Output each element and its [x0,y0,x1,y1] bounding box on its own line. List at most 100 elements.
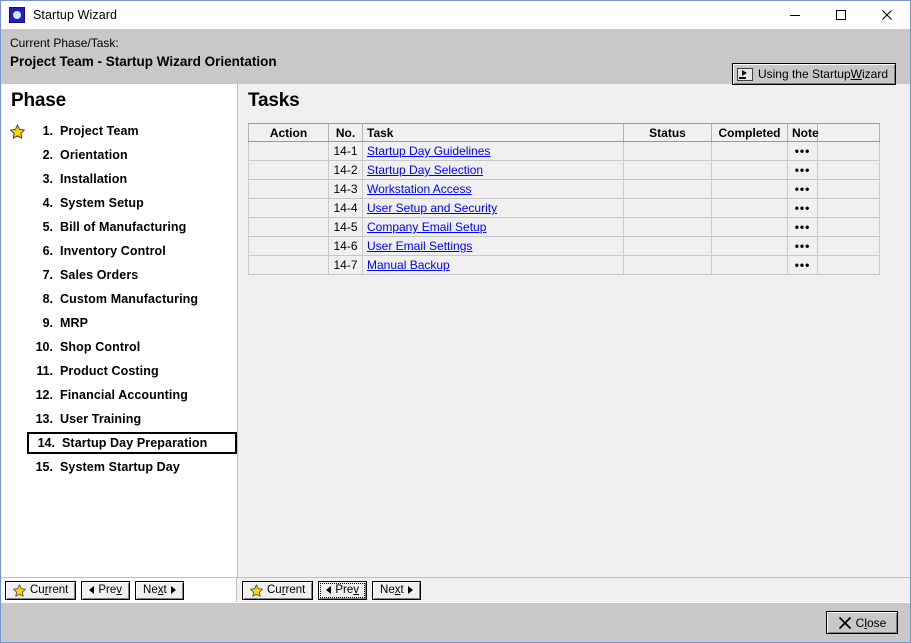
phase-item-inner: 6. Inventory Control [27,240,237,262]
close-button[interactable]: Close [826,611,898,634]
task-next-button[interactable]: Next [372,580,421,600]
tasks-col-header-blank[interactable] [817,123,880,142]
phase-item-startup-day-preparation[interactable]: 14. Startup Day Preparation [1,431,237,455]
phase-item-inner: 15. System Startup Day [27,456,237,478]
phase-item-system-setup[interactable]: 4. System Setup [1,191,237,215]
tasks-col-header-completed[interactable]: Completed [711,123,788,142]
task-link[interactable]: Startup Day Selection [367,163,483,177]
body-area: Phase 1. Project Team 2. Orientation 3. Insta… [1,83,910,577]
using-wizard-label-pre: Using the Startup [757,67,851,81]
task-cell-name[interactable]: Company Email Setup [362,217,624,237]
task-row[interactable]: 14-1 Startup Day Guidelines ••• [248,141,880,161]
task-link[interactable]: User Email Settings [367,239,472,253]
task-link[interactable]: User Setup and Security [367,201,497,215]
maximize-button[interactable] [818,1,864,29]
task-cell-blank [817,179,880,199]
task-prev-button[interactable]: Prev [318,580,368,600]
task-cell-name[interactable]: User Email Settings [362,236,624,256]
tasks-col-header-note[interactable]: Note [787,123,819,142]
task-cell-name[interactable]: Workstation Access [362,179,624,199]
phase-item-shop-control[interactable]: 10. Shop Control [1,335,237,359]
close-label-post: ose [866,615,887,630]
phase-item-installation[interactable]: 3. Installation [1,167,237,191]
task-row[interactable]: 14-6 User Email Settings ••• [248,236,880,256]
window-close-button[interactable] [864,1,910,29]
task-cell-name[interactable]: Startup Day Selection [362,160,624,180]
navigation-button-strip: Current Prev Next Current Prev Next [1,577,910,602]
triangle-right-icon [170,586,176,594]
task-link[interactable]: Workstation Access [367,182,471,196]
phase-item-product-costing[interactable]: 11. Product Costing [1,359,237,383]
task-cell-completed [711,236,788,256]
phase-item-mrp[interactable]: 9. MRP [1,311,237,335]
phase-item-inventory-control[interactable]: 6. Inventory Control [1,239,237,263]
task-cell-number: 14-4 [328,198,363,218]
phase-item-inner: 1. Project Team [27,120,237,142]
task-cell-completed [711,179,788,199]
task-cell-blank [817,141,880,161]
task-cell-name[interactable]: User Setup and Security [362,198,624,218]
task-nav-strip: Current Prev Next [237,577,910,602]
task-row[interactable]: 14-7 Manual Backup ••• [248,255,880,275]
phase-item-financial-accounting[interactable]: 12. Financial Accounting [1,383,237,407]
minimize-button[interactable] [772,1,818,29]
task-link[interactable]: Company Email Setup [367,220,486,234]
phase-item-label: System Setup [60,196,144,210]
task-cell-note[interactable]: ••• [787,179,818,199]
phase-item-label: Inventory Control [60,244,166,258]
phase-item-bill-of-manufacturing[interactable]: 5. Bill of Manufacturing [1,215,237,239]
phase-item-project-team[interactable]: 1. Project Team [1,119,237,143]
star-icon [9,123,25,139]
phase-item-number: 6. [42,244,53,258]
task-row[interactable]: 14-4 User Setup and Security ••• [248,198,880,218]
task-cell-blank [817,198,880,218]
phase-item-label: Custom Manufacturing [60,292,199,306]
phase-nav-strip: Current Prev Next [1,577,237,602]
task-cell-action [248,236,329,256]
task-cell-number: 14-5 [328,217,363,237]
task-row[interactable]: 14-3 Workstation Access ••• [248,179,880,199]
task-cell-note[interactable]: ••• [787,236,818,256]
tasks-col-header-task[interactable]: Task [362,123,624,142]
task-cell-name[interactable]: Manual Backup [362,255,624,275]
tasks-col-header-status[interactable]: Status [623,123,712,142]
phase-next-button[interactable]: Next [135,580,184,600]
phase-item-inner: 3. Installation [27,168,237,190]
task-current-button[interactable]: Current [242,580,314,600]
task-cell-status [623,217,712,237]
phase-item-inner: 8. Custom Manufacturing [27,288,237,310]
phase-item-sales-orders[interactable]: 7. Sales Orders [1,263,237,287]
phase-item-number: 7. [42,268,53,282]
task-cell-action [248,179,329,199]
task-link[interactable]: Manual Backup [367,258,450,272]
task-row[interactable]: 14-2 Startup Day Selection ••• [248,160,880,180]
using-the-startup-wizard-button[interactable]: Using the Startup Wizard [731,63,896,85]
task-cell-completed [711,255,788,275]
startup-wizard-window: Startup Wizard Current Phase/Task: Proje… [0,0,911,643]
phase-current-button[interactable]: Current [5,580,77,600]
phase-prev-button[interactable]: Prev [81,580,131,600]
task-cell-status [623,141,712,161]
task-cell-note[interactable]: ••• [787,160,818,180]
task-cell-blank [817,236,880,256]
task-link[interactable]: Startup Day Guidelines [367,144,490,158]
phase-item-number: 3. [42,172,53,186]
tasks-col-header-no-[interactable]: No. [328,123,363,142]
task-cell-note[interactable]: ••• [787,198,818,218]
phase-item-orientation[interactable]: 2. Orientation [1,143,237,167]
phase-item-label: Orientation [60,148,128,162]
task-cell-action [248,141,329,161]
phase-next-pre: Ne [143,584,158,596]
phase-item-number: 5. [42,220,53,234]
task-cell-note[interactable]: ••• [787,141,818,161]
task-cell-note[interactable]: ••• [787,217,818,237]
phase-current-pre: Cu [30,584,45,596]
phase-item-custom-manufacturing[interactable]: 8. Custom Manufacturing [1,287,237,311]
tasks-panel: Tasks Action No. Task Status Completed Note 1… [238,84,910,577]
task-row[interactable]: 14-5 Company Email Setup ••• [248,217,880,237]
task-cell-note[interactable]: ••• [787,255,818,275]
phase-item-user-training[interactable]: 13. User Training [1,407,237,431]
tasks-col-header-action[interactable]: Action [248,123,329,142]
task-cell-name[interactable]: Startup Day Guidelines [362,141,624,161]
phase-item-system-startup-day[interactable]: 15. System Startup Day [1,455,237,479]
